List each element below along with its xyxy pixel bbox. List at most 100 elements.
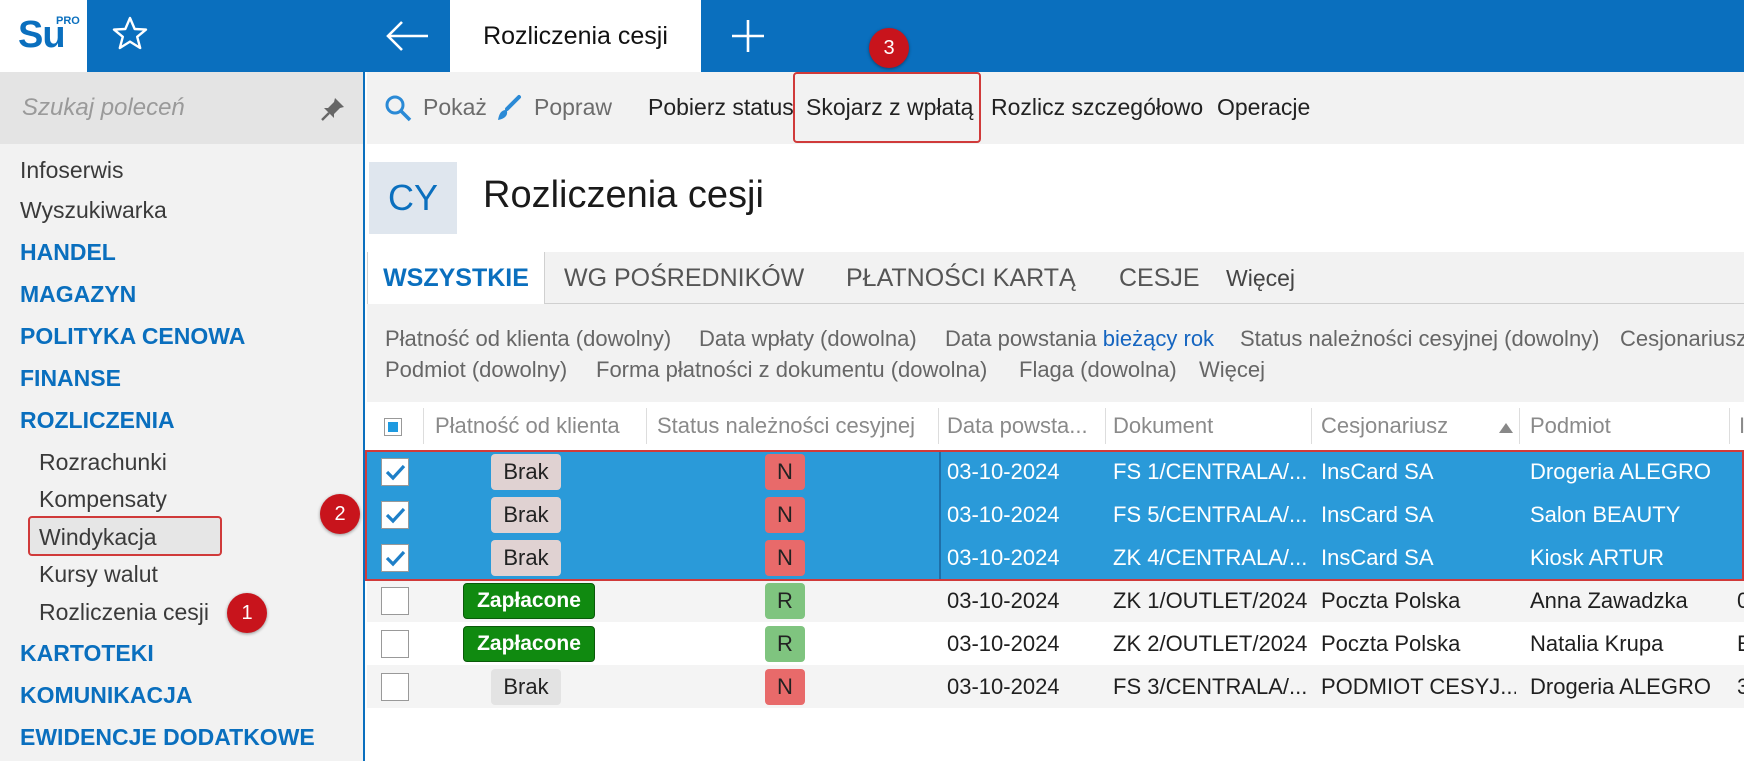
show-button[interactable]: Pokaż (423, 94, 487, 121)
sidebar-item-rozliczenia[interactable]: ROZLICZENIA (20, 407, 175, 434)
id-cell: 3 (1737, 673, 1744, 699)
col-header-date[interactable]: Data powsta... (947, 402, 1107, 450)
callout-marker-3: 3 (869, 28, 909, 68)
pin-icon[interactable] (320, 96, 346, 122)
cessionary-cell: Poczta Polska (1321, 630, 1461, 656)
tab-wszystkie[interactable]: WSZYSTKIE (367, 252, 545, 304)
sidebar-item-komunikacja[interactable]: KOMUNIKACJA (20, 682, 193, 709)
date-cell: 03-10-2024 (947, 501, 1060, 527)
filter-cessionary[interactable]: Cesjonariusz (1620, 326, 1744, 352)
filter-payment[interactable]: Płatność od klienta (dowolny) (385, 326, 671, 352)
col-separator (423, 408, 424, 444)
command-search[interactable]: Szukaj poleceń (0, 72, 363, 144)
fetch-status-button[interactable]: Pobierz status (648, 94, 794, 121)
id-cell (1737, 493, 1744, 536)
row-checkbox[interactable] (381, 544, 409, 572)
select-all-indicator (388, 422, 398, 432)
payment-status-badge: Brak (491, 454, 561, 490)
view-tabs: WSZYSTKIE WG POŚREDNIKÓW PŁATNOŚCI KARTĄ… (367, 252, 1744, 304)
row-checkbox[interactable] (381, 630, 409, 658)
cession-status-badge: N (765, 497, 805, 533)
col-header-status[interactable]: Status należności cesyjnej (657, 402, 927, 450)
date-cell: 03-10-2024 (947, 673, 1060, 699)
col-header-document[interactable]: Dokument (1113, 402, 1303, 450)
filter-creation-date[interactable]: Data powstania bieżący rok (945, 326, 1214, 352)
id-cell: 0 (1737, 587, 1744, 613)
callout-highlight-match-payment (793, 72, 981, 143)
document-cell: FS 1/CENTRALA/... (1113, 458, 1308, 484)
selection-divider (939, 452, 941, 579)
subject-cell: Salon BEAUTY (1530, 501, 1681, 527)
tab-rozliczenia-cesji[interactable]: Rozliczenia cesji (450, 0, 701, 72)
col-separator (1729, 408, 1730, 444)
date-cell: 03-10-2024 (947, 544, 1060, 570)
row-checkbox[interactable] (381, 458, 409, 486)
table-row[interactable]: Brak N 03-10-2024 FS 5/CENTRALA/... InsCard … (367, 493, 1744, 536)
back-arrow-icon[interactable] (384, 16, 430, 56)
filter-more[interactable]: Więcej (1199, 357, 1265, 383)
table-row[interactable]: Brak N 03-10-2024 FS 3/CENTRALA/... PODMIOT … (367, 665, 1744, 708)
document-cell: ZK 2/OUTLET/2024 (1113, 630, 1308, 656)
col-header-payment[interactable]: Płatność od klienta (435, 402, 635, 450)
payment-status-badge: Zapłacone (463, 626, 595, 662)
cessionary-cell: InsCard SA (1321, 501, 1434, 527)
tab-wg-posrednikow[interactable]: WG POŚREDNIKÓW (564, 252, 804, 304)
tab-platnosci-karta[interactable]: PŁATNOŚCI KARTĄ (846, 252, 1076, 304)
sidebar-item-ewidencje-dodatkowe[interactable]: EWIDENCJE DODATKOWE (20, 724, 315, 751)
document-cell: ZK 1/OUTLET/2024 (1113, 587, 1308, 613)
checkmark-icon (385, 550, 406, 567)
command-search-input[interactable]: Szukaj poleceń (22, 94, 185, 122)
tab-more[interactable]: Więcej (1226, 252, 1295, 304)
table-row[interactable]: Zapłacone R 03-10-2024 ZK 1/OUTLET/2024 Pocz… (367, 579, 1744, 622)
filter-flag[interactable]: Flaga (dowolna) (1019, 357, 1177, 383)
app-logo[interactable]: Su PRO (0, 0, 87, 72)
cession-status-badge: N (765, 540, 805, 576)
cessionary-cell: PODMIOT CESYJ... (1321, 673, 1516, 699)
sidebar-item-magazyn[interactable]: MAGAZYN (20, 281, 136, 308)
sidebar-item-polityka-cenowa[interactable]: POLITYKA CENOWA (20, 323, 245, 350)
filter-payment-date[interactable]: Data wpłaty (dowolna) (699, 326, 917, 352)
sidebar-item-windykacja[interactable]: Windykacja (39, 524, 157, 551)
row-checkbox[interactable] (381, 587, 409, 615)
sidebar-item-rozrachunki[interactable]: Rozrachunki (39, 449, 167, 476)
subject-cell: Natalia Krupa (1530, 630, 1664, 656)
col-header-id[interactable]: Id (1739, 402, 1744, 450)
col-header-cessionary[interactable]: Cesjonariusz (1321, 402, 1481, 450)
add-tab-plus-icon[interactable] (728, 16, 768, 56)
sidebar-item-kursy-walut[interactable]: Kursy walut (39, 561, 158, 588)
sidebar-item-kompensaty[interactable]: Kompensaty (39, 486, 167, 513)
filter-creation-date-value: bieżący rok (1102, 326, 1215, 351)
sidebar-item-wyszukiwarka[interactable]: Wyszukiwarka (20, 197, 167, 224)
data-grid: Płatność od klienta Status należności ce… (367, 402, 1744, 761)
tab-cesje[interactable]: CESJE (1119, 252, 1200, 304)
select-all-checkbox[interactable] (384, 418, 402, 436)
filter-subject[interactable]: Podmiot (dowolny) (385, 357, 567, 383)
favorites-star-icon[interactable] (110, 14, 150, 54)
col-separator (1105, 408, 1106, 444)
sidebar-item-infoserwis[interactable]: Infoserwis (20, 157, 124, 184)
date-cell: 03-10-2024 (947, 587, 1060, 613)
sidebar-item-handel[interactable]: HANDEL (20, 239, 116, 266)
document-cell: FS 5/CENTRALA/... (1113, 501, 1308, 527)
payment-status-badge: Brak (491, 540, 561, 576)
edit-button[interactable]: Popraw (534, 94, 612, 121)
id-cell (1737, 536, 1744, 579)
row-checkbox[interactable] (381, 501, 409, 529)
payment-status-badge: Brak (491, 497, 561, 533)
settle-detail-button[interactable]: Rozlicz szczegółowo (991, 94, 1203, 121)
table-row[interactable]: Zapłacone R 03-10-2024 ZK 2/OUTLET/2024 Pocz… (367, 622, 1744, 665)
filter-status[interactable]: Status należności cesyjnej (dowolny) (1240, 326, 1600, 352)
table-row[interactable]: Brak N 03-10-2024 FS 1/CENTRALA/... InsCard … (367, 450, 1744, 493)
id-cell: E (1737, 622, 1744, 665)
col-header-subject[interactable]: Podmiot (1530, 402, 1720, 450)
sidebar-item-finanse[interactable]: FINANSE (20, 365, 121, 392)
row-checkbox[interactable] (381, 673, 409, 701)
filter-payment-form[interactable]: Forma płatności z dokumentu (dowolna) (596, 357, 987, 383)
sidebar-item-kartoteki[interactable]: KARTOTEKI (20, 640, 154, 667)
operations-menu[interactable]: Operacje (1217, 94, 1310, 121)
callout-marker-1: 1 (227, 593, 267, 633)
cessionary-cell: Poczta Polska (1321, 587, 1461, 613)
table-row[interactable]: Brak N 03-10-2024 ZK 4/CENTRALA/... InsCard … (367, 536, 1744, 579)
sidebar-item-rozliczenia-cesji[interactable]: Rozliczenia cesji (39, 599, 209, 626)
cession-status-badge: N (765, 454, 805, 490)
